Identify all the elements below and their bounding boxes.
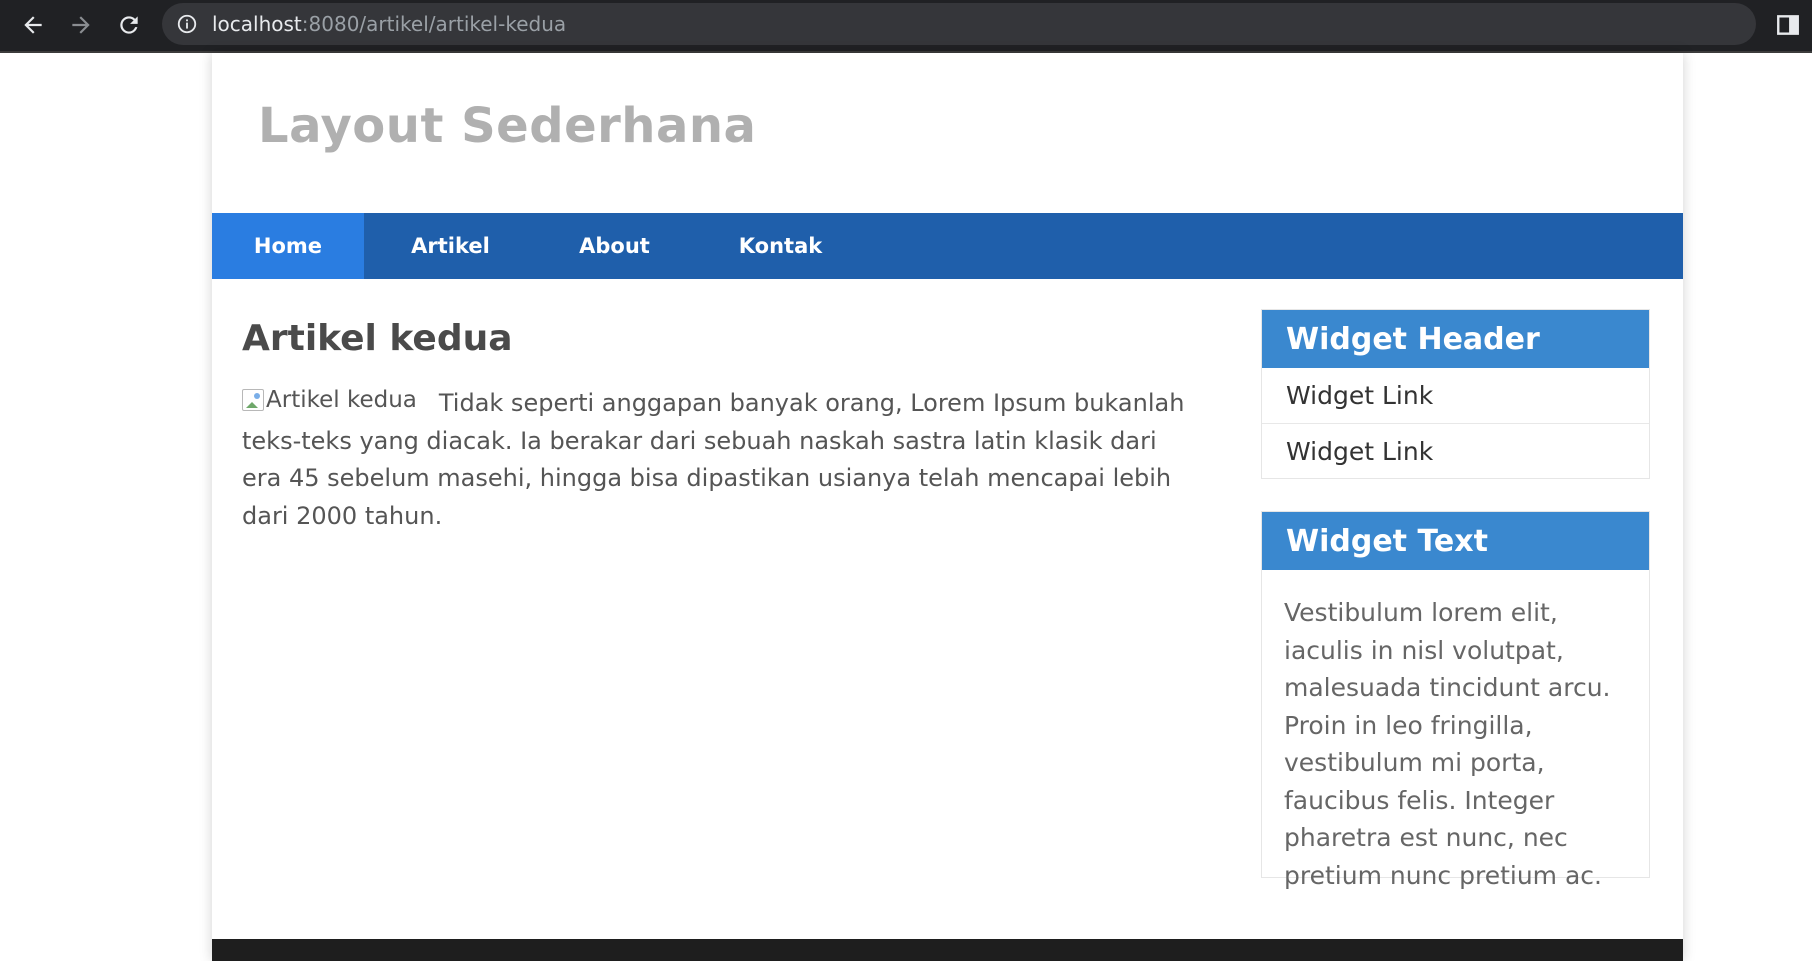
main-content: Artikel kedua Artikel kedua Tidak sepert…: [242, 308, 1202, 535]
site-title: Layout Sederhana: [258, 98, 757, 154]
widget-text-body: Vestibulum lorem elit, iaculis in nisl v…: [1284, 598, 1611, 890]
url-host: localhost: [212, 12, 302, 36]
reload-button[interactable]: [109, 5, 149, 45]
browser-toolbar: localhost:8080/artikel/artikel-kedua: [0, 0, 1812, 51]
url-path: :8080/artikel/artikel-kedua: [301, 12, 567, 36]
nav-item-kontak[interactable]: Kontak: [692, 213, 869, 279]
address-bar[interactable]: localhost:8080/artikel/artikel-kedua: [162, 3, 1756, 45]
widget-text: Widget Text Vestibulum lorem elit, iacul…: [1261, 511, 1650, 890]
widget-header-title: Widget Header: [1262, 310, 1649, 368]
site-footer: [212, 939, 1683, 961]
nav-item-artikel[interactable]: Artikel: [364, 213, 537, 279]
forward-button[interactable]: [61, 5, 101, 45]
widget-text-title: Widget Text: [1262, 512, 1649, 570]
reload-icon: [120, 16, 138, 34]
broken-image-icon: [242, 389, 264, 411]
side-panel-icon: [1777, 15, 1799, 35]
article-body: Artikel kedua Tidak seperti anggapan ban…: [242, 385, 1202, 535]
article-image: Artikel kedua: [242, 385, 417, 415]
side-panel-button[interactable]: [1768, 5, 1808, 45]
back-button[interactable]: [13, 5, 53, 45]
article-image-alt: Artikel kedua: [266, 387, 417, 413]
article-title: Artikel kedua: [242, 318, 513, 359]
site-header: Layout Sederhana: [212, 53, 1683, 213]
widget-link[interactable]: Widget Link: [1262, 368, 1649, 423]
widget-link[interactable]: Widget Link: [1262, 423, 1649, 478]
url-text[interactable]: localhost:8080/artikel/artikel-kedua: [212, 12, 566, 36]
main-nav: Home Artikel About Kontak: [212, 213, 1683, 279]
info-icon[interactable]: [176, 13, 198, 35]
nav-item-home[interactable]: Home: [212, 213, 364, 279]
nav-item-about[interactable]: About: [537, 213, 692, 279]
widget-header: Widget Header Widget Link Widget Link: [1261, 309, 1650, 479]
arrow-left-icon: [24, 16, 42, 34]
page-container: Layout Sederhana Home Artikel About Kont…: [212, 53, 1683, 961]
arrow-right-icon: [72, 16, 90, 34]
